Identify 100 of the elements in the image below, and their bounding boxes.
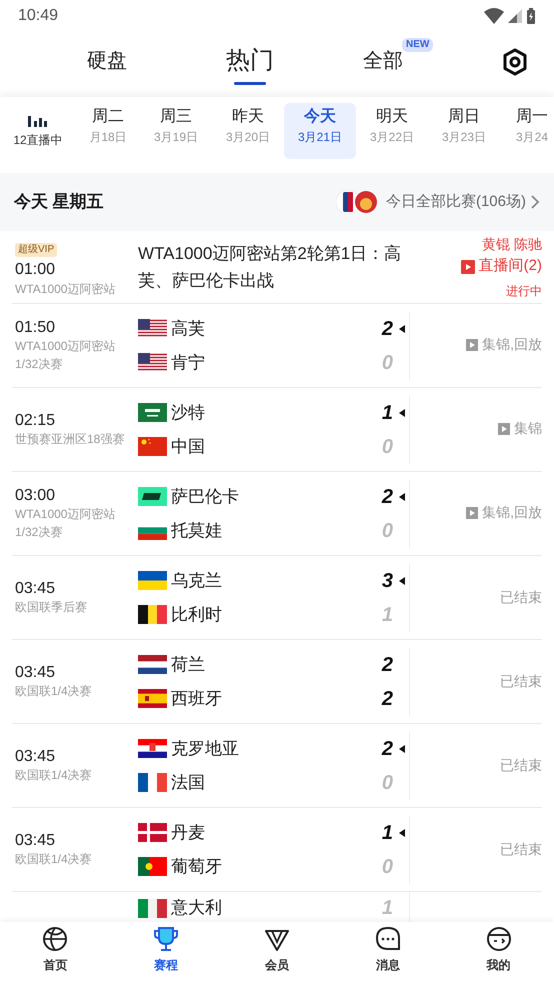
team-score: 0: [380, 350, 393, 376]
flag-icon: [138, 487, 167, 506]
team-name: 萨巴伦卡: [171, 486, 240, 508]
match-status: 进行中: [505, 282, 542, 300]
team-name: 克罗地亚: [171, 738, 240, 760]
nav-tab[interactable]: 赛程: [110, 922, 222, 984]
live-bars-icon: [28, 113, 48, 127]
nav-tab[interactable]: 我的: [443, 922, 554, 984]
team-score: 0: [380, 518, 393, 544]
trophy-icon: [153, 926, 180, 952]
league-name: 欧国联1/4决赛: [15, 851, 93, 868]
match-time: 02:15: [15, 410, 56, 430]
day-title: 今天 星期五: [14, 191, 104, 214]
date-tab[interactable]: 今天 3月21日: [284, 103, 356, 159]
status-time: 10:49: [18, 6, 58, 26]
date-tab[interactable]: 明天 3月22日: [356, 103, 428, 159]
team-score: 3: [380, 568, 393, 594]
team-name: 肯宁: [171, 352, 206, 374]
all-games-link[interactable]: 今日全部比赛(106场): [386, 190, 526, 214]
flag-icon: [138, 319, 167, 338]
nav-tab[interactable]: 首页: [0, 922, 111, 984]
date-tab[interactable]: 昨天 3月20日: [212, 103, 284, 159]
signal-icon: [508, 9, 522, 23]
flag-icon: [138, 739, 167, 758]
date-tab[interactable]: 周二 月18日: [76, 103, 140, 159]
face-icon: [486, 926, 512, 952]
nav-tab[interactable]: 会员: [222, 922, 332, 984]
vip-badge: 超级VIP: [15, 243, 58, 258]
date-tab[interactable]: 周三 3月19日: [140, 103, 212, 159]
live-room-link[interactable]: 直播间(2): [460, 255, 542, 278]
league-logos-icon[interactable]: [336, 189, 378, 215]
round-name: 1/32决赛: [15, 524, 64, 542]
play-icon: [498, 422, 510, 435]
commentators: 黄锟 陈驰: [481, 235, 542, 254]
match-time: 03:45: [15, 830, 56, 850]
play-icon: [466, 338, 478, 351]
new-badge: NEW: [402, 38, 434, 52]
nav-tab[interactable]: 消息: [332, 922, 444, 984]
live-count: 12直播中: [13, 132, 63, 149]
team-name: 葡萄牙: [171, 856, 223, 878]
team-score: 0: [380, 434, 393, 460]
team-name: 比利时: [171, 604, 223, 626]
flag-icon: [138, 773, 167, 792]
flag-icon: [138, 353, 167, 372]
league-name: 欧国联季后赛: [15, 599, 88, 616]
team-score: 1: [380, 400, 393, 426]
flag-icon: [138, 823, 167, 842]
flag-icon: [138, 898, 167, 918]
team-score: 0: [380, 770, 393, 796]
flag-icon: [138, 403, 167, 422]
team-name: 中国: [171, 436, 206, 458]
match-time: 01:00: [15, 260, 56, 280]
chevron-right-icon: [530, 194, 540, 210]
settings-icon[interactable]: [502, 48, 528, 76]
match-time: 03:45: [15, 578, 56, 598]
team-score: 2: [380, 736, 393, 762]
match-status: 已结束: [500, 841, 542, 857]
top-tab[interactable]: 全部: [363, 48, 403, 82]
basketball-icon: [42, 926, 68, 952]
flag-icon: [138, 605, 167, 624]
match-time: 03:45: [15, 662, 56, 682]
team-score: 2: [380, 652, 393, 678]
team-score: 0: [380, 854, 393, 880]
team-name: 乌克兰: [171, 570, 223, 592]
team-name: 丹麦: [171, 822, 206, 844]
team-name: 法国: [171, 772, 206, 794]
top-tab[interactable]: 硬盘: [87, 48, 127, 82]
flag-icon: [138, 689, 167, 708]
league-name: 世预赛亚洲区18强赛: [15, 431, 126, 448]
team-score: 2: [380, 686, 393, 712]
match-status: 已结束: [500, 673, 542, 689]
team-name: 高芙: [171, 318, 206, 340]
team-score: 2: [380, 484, 393, 510]
team-name: 托莫娃: [171, 520, 223, 542]
date-tab[interactable]: 周日 3月23日: [428, 103, 500, 159]
league-name: WTA1000迈阿密站: [15, 506, 116, 524]
battery-icon: [526, 8, 536, 24]
league-name: WTA1000迈阿密站: [15, 338, 116, 356]
wifi-icon: [484, 8, 504, 24]
round-name: 1/32决赛: [15, 356, 64, 374]
event-title: WTA1000迈阿密站第2轮第1日：高芙、萨巴伦卡出战: [138, 242, 402, 292]
match-time: 03:00: [15, 486, 56, 506]
chat-icon: [374, 926, 401, 952]
flag-icon: [138, 571, 167, 590]
flag-icon: [138, 655, 167, 674]
date-tab[interactable]: 周一 3月24: [500, 103, 554, 159]
team-score: 1: [380, 602, 393, 628]
team-name: 沙特: [171, 402, 206, 424]
league-name: WTA1000迈阿密站: [15, 280, 116, 298]
match-time: 03:45: [15, 746, 56, 766]
team-name: 意大利: [171, 897, 223, 920]
team-name: 荷兰: [171, 654, 206, 676]
match-status: 已结束: [500, 589, 542, 605]
team-score: 1: [380, 896, 393, 921]
flag-icon: [138, 437, 167, 456]
flag-icon: [138, 857, 167, 876]
match-status: 已结束: [500, 757, 542, 773]
top-tab[interactable]: 热门: [226, 45, 274, 85]
team-name: 西班牙: [171, 688, 223, 710]
league-name: 欧国联1/4决赛: [15, 683, 93, 700]
